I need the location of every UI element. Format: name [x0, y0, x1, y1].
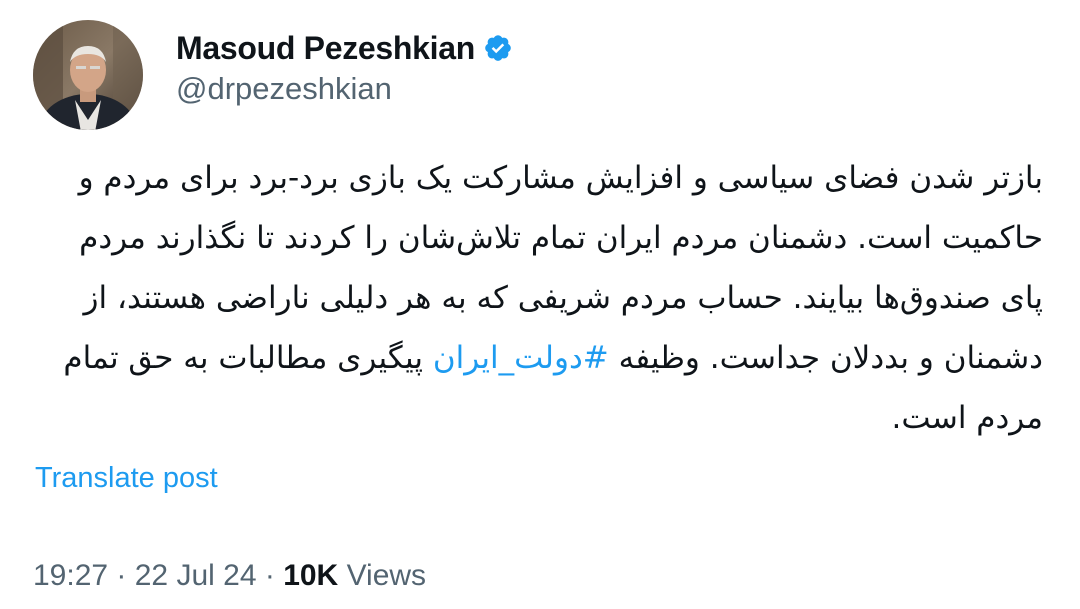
views-label[interactable]: Views [338, 559, 427, 592]
meta-separator: · [108, 559, 135, 592]
post-date[interactable]: 22 Jul 24 [135, 559, 257, 592]
display-name[interactable]: Masoud Pezeshkian [176, 30, 475, 67]
verified-badge-icon[interactable] [483, 33, 513, 63]
avatar[interactable] [33, 20, 143, 130]
author-block: Masoud Pezeshkian @drpezeshkian [176, 28, 513, 107]
meta-separator: · [256, 559, 284, 592]
views-count[interactable]: 10K [283, 559, 338, 592]
hashtag-link[interactable]: #دولت_ایران [433, 340, 609, 376]
tweet-card: Masoud Pezeshkian @drpezeshkian بازتر شد… [0, 0, 1080, 609]
name-row: Masoud Pezeshkian [176, 28, 513, 68]
translate-post-link[interactable]: Translate post [35, 462, 218, 495]
post-time[interactable]: 19:27 [33, 559, 108, 592]
post-text: بازتر شدن فضای سیاسی و افزایش مشارکت یک … [33, 148, 1043, 448]
handle[interactable]: @drpezeshkian [176, 71, 513, 107]
post-meta: 19:27 · 22 Jul 24 · 10K Views [33, 559, 426, 593]
avatar-image [33, 20, 143, 130]
